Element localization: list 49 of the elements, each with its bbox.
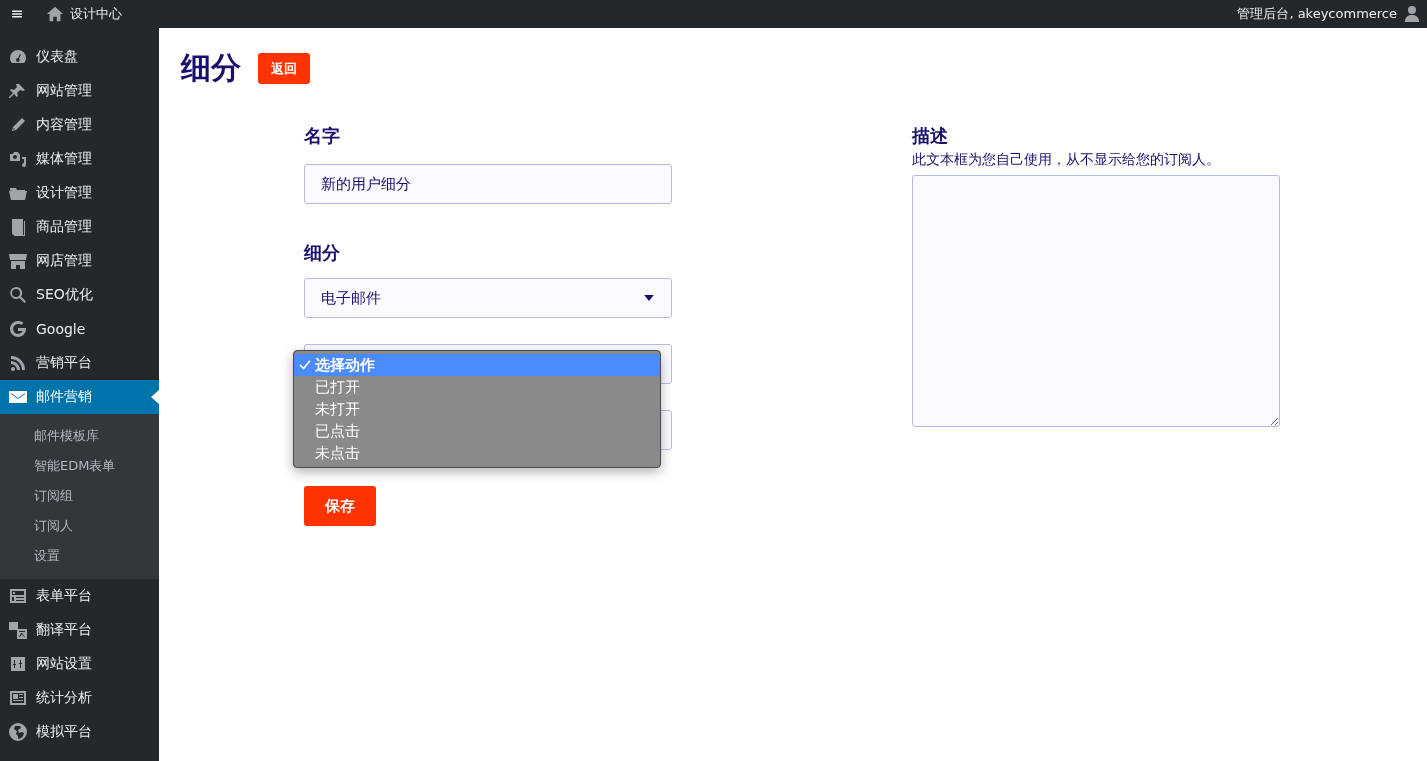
- menu-pointer-icon: [151, 390, 159, 404]
- sidebar-item[interactable]: SEO优化: [0, 278, 159, 312]
- sidebar-item[interactable]: 模拟平台: [0, 715, 159, 749]
- submenu-item[interactable]: 邮件模板库: [0, 421, 159, 451]
- form-icon: [8, 586, 28, 606]
- sidebar-item[interactable]: 设计管理: [0, 176, 159, 210]
- sidebar-item[interactable]: Google: [0, 312, 159, 346]
- hint-text: 此文本框为您自己使用，从不显示给您的订阅人。: [912, 150, 1221, 169]
- select-value: 电子邮件: [321, 288, 381, 308]
- back-button[interactable]: 返回: [258, 53, 310, 84]
- sidebar-item[interactable]: 统计分析: [0, 681, 159, 715]
- search-icon: [8, 285, 28, 305]
- submenu-item[interactable]: 设置: [0, 541, 159, 571]
- translate-icon: [8, 620, 28, 640]
- field-label: 细分: [304, 241, 341, 265]
- sidebar-item[interactable]: 翻译平台: [0, 613, 159, 647]
- name-field[interactable]: 新的用户细分: [304, 164, 672, 204]
- sidebar-item[interactable]: 内容管理: [0, 108, 159, 142]
- store-icon: [8, 251, 28, 271]
- globe-icon: [8, 722, 28, 742]
- user-icon: [1403, 5, 1421, 23]
- google-g-icon: [8, 319, 28, 339]
- camera-music-icon: [8, 149, 28, 169]
- sidebar-item[interactable]: 仪表盘: [0, 40, 159, 74]
- sidebar-item[interactable]: 表单平台: [0, 579, 159, 613]
- site-title[interactable]: 设计中心: [70, 5, 122, 23]
- home-icon: [46, 5, 64, 23]
- description-field[interactable]: [912, 175, 1280, 427]
- rss-icon: [8, 353, 28, 373]
- check-icon: [298, 358, 312, 372]
- field-label: 名字: [304, 124, 341, 148]
- sidebar-item[interactable]: 邮件营销: [0, 380, 159, 414]
- segment-select[interactable]: 电子邮件: [304, 278, 672, 318]
- sidebar-item[interactable]: 网站管理: [0, 74, 159, 108]
- pushpin-icon: [8, 81, 28, 101]
- sidebar-item[interactable]: 媒体管理: [0, 142, 159, 176]
- sidebar-item[interactable]: 商品管理: [0, 210, 159, 244]
- submenu-item[interactable]: 订阅组: [0, 481, 159, 511]
- field-label: 描述: [912, 124, 949, 148]
- account-name[interactable]: 管理后台, akeycommerce: [1237, 5, 1397, 23]
- sidebar-item[interactable]: 网店管理: [0, 244, 159, 278]
- save-button[interactable]: 保存: [304, 486, 376, 526]
- page-title: 细分: [181, 49, 241, 87]
- sidebar-item[interactable]: 网站设置: [0, 647, 159, 681]
- sliders-icon: [8, 654, 28, 674]
- submenu-item[interactable]: 订阅人: [0, 511, 159, 541]
- sidebar-item[interactable]: 营销平台: [0, 346, 159, 380]
- chart-card-icon: [8, 688, 28, 708]
- submenu-item[interactable]: 智能EDM表单: [0, 451, 159, 481]
